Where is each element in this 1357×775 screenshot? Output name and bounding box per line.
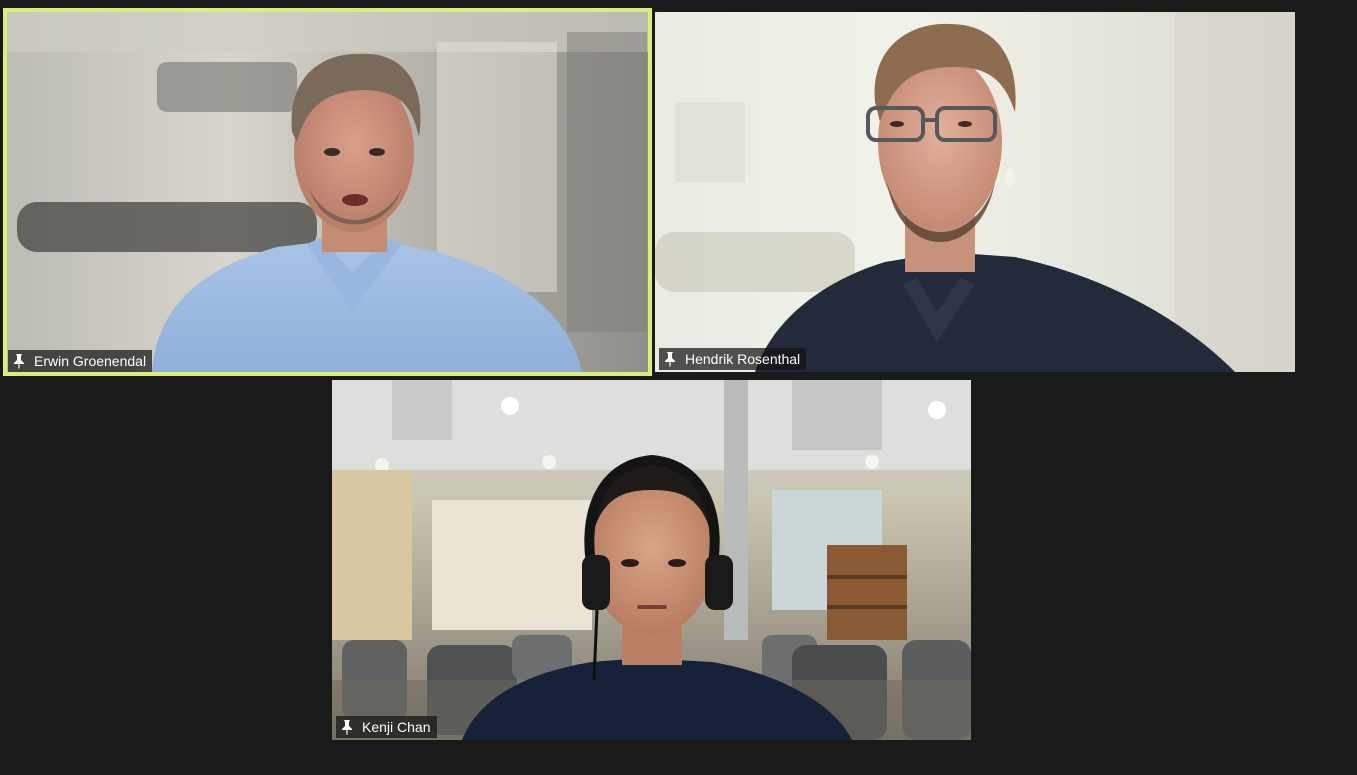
video-tile-erwin-groenendal[interactable]: Erwin Groenendal: [3, 8, 652, 376]
video-feed: [7, 12, 648, 372]
participant-name: Erwin Groenendal: [34, 353, 147, 369]
participant-name-tag: Kenji Chan: [336, 716, 437, 738]
video-tile-hendrik-rosenthal[interactable]: Hendrik Rosenthal: [655, 12, 1295, 372]
participant-name: Hendrik Rosenthal: [685, 351, 801, 367]
pin-icon: [342, 720, 352, 735]
pin-icon: [14, 354, 24, 369]
pin-icon: [665, 352, 675, 367]
video-feed: [332, 380, 971, 740]
participant-name-tag: Erwin Groenendal: [8, 350, 153, 372]
participant-name-tag: Hendrik Rosenthal: [659, 348, 807, 370]
video-feed: [655, 12, 1295, 372]
video-tile-kenji-chan[interactable]: Kenji Chan: [332, 380, 971, 740]
gallery-view: Erwin Groenendal Hendrik Rosenthal Kenji…: [0, 0, 1357, 775]
participant-name: Kenji Chan: [362, 719, 431, 735]
